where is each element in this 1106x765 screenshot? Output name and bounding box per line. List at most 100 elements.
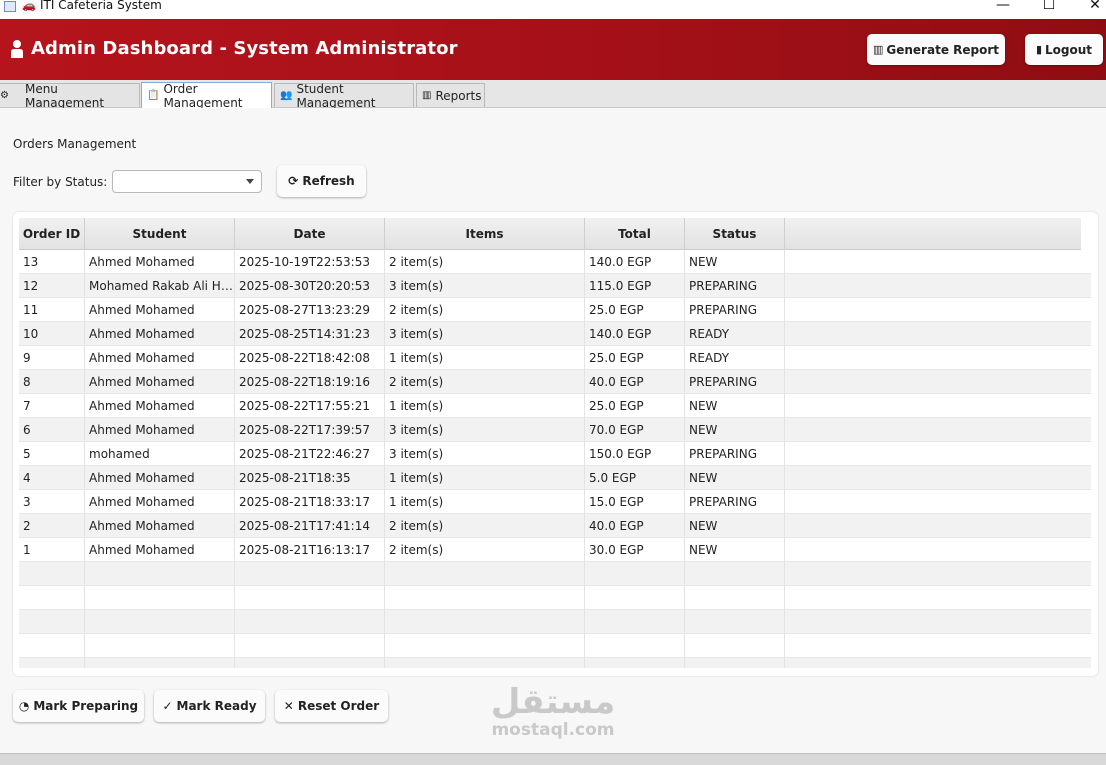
table-cell-filler [785,658,1081,668]
table-row[interactable]: 6 Ahmed Mohamed 2025-08-22T17:39:57 3 item(… [19,418,1091,442]
users-icon: 👥 [280,90,293,101]
table-cell-filler [785,562,1081,586]
table-cell: 2025-08-21T18:33:17 [235,490,385,514]
table-cell [19,586,85,610]
logout-label: Logout [1045,42,1093,57]
table-cell [385,634,585,658]
column-header-student[interactable]: Student [85,218,235,250]
logout-button[interactable]: ▮ Logout [1025,34,1103,65]
table-cell-filler [785,346,1081,370]
table-cell: 2025-08-21T16:13:17 [235,538,385,562]
table-cell: Ahmed Mohamed [85,250,235,274]
minimize-button[interactable]: — [988,0,1018,14]
tab-order-management[interactable]: 📋 Order Management [141,82,272,110]
watermark-latin: mostaql.com [491,720,615,740]
table-row[interactable]: 9 Ahmed Mohamed 2025-08-22T18:42:08 1 item(… [19,346,1091,370]
table-cell [585,634,685,658]
table-cell: Ahmed Mohamed [85,514,235,538]
table-cell: PREPARING [685,298,785,322]
table-row[interactable]: 2 Ahmed Mohamed 2025-08-21T17:41:14 2 item(… [19,514,1091,538]
table-cell: NEW [685,394,785,418]
reset-order-button[interactable]: ✕ Reset Order [275,690,388,722]
table-cell-filler [785,394,1081,418]
table-cell: PREPARING [685,370,785,394]
window-bottom-edge [0,753,1106,765]
table-cell: 2 item(s) [385,298,585,322]
table-cell: 1 item(s) [385,490,585,514]
table-cell [585,562,685,586]
table-row[interactable]: 11 Ahmed Mohamed 2025-08-27T13:23:29 2 item… [19,298,1091,322]
table-cell: Ahmed Mohamed [85,298,235,322]
status-filter-select[interactable] [112,170,262,193]
table-row[interactable]: 3 Ahmed Mohamed 2025-08-21T18:33:17 1 item(… [19,490,1091,514]
close-window-button[interactable]: ✕ [1080,0,1106,14]
table-row[interactable]: 12 Mohamed Rakab Ali Hu... 2025-08-30T20:2… [19,274,1091,298]
table-cell: 70.0 EGP [585,418,685,442]
table-cell: NEW [685,466,785,490]
table-cell: 9 [19,346,85,370]
table-cell-filler [785,418,1081,442]
maximize-button[interactable]: ☐ [1034,0,1064,14]
table-cell [685,634,785,658]
column-header-date[interactable]: Date [235,218,385,250]
tab-bar: ⚙ Menu Management 📋 Order Management 👥 S… [0,80,1106,110]
column-header-status[interactable]: Status [685,218,785,250]
table-cell: NEW [685,250,785,274]
column-header-items[interactable]: Items [385,218,585,250]
table-row[interactable]: 8 Ahmed Mohamed 2025-08-22T18:19:16 2 item(… [19,370,1091,394]
column-header-filler [785,218,1081,250]
tab-label: Student Management [296,81,376,110]
gear-icon: ⚙ [0,90,9,101]
table-cell [19,610,85,634]
tab-menu-management[interactable]: ⚙ Menu Management [0,82,140,110]
column-header-total[interactable]: Total [585,218,685,250]
table-row[interactable]: 10 Ahmed Mohamed 2025-08-25T14:31:23 3 item… [19,322,1091,346]
table-cell: 115.0 EGP [585,274,685,298]
table-cell: 2025-08-22T18:42:08 [235,346,385,370]
table-row[interactable]: 4 Ahmed Mohamed 2025-08-21T18:35 1 item(s) 5… [19,466,1091,490]
table-cell: 10 [19,322,85,346]
tab-reports[interactable]: ▥ Reports [416,83,485,107]
table-cell: 3 [19,490,85,514]
table-cell: Ahmed Mohamed [85,394,235,418]
table-cell: 11 [19,298,85,322]
tab-student-management[interactable]: 👥 Student Management [274,81,414,110]
empty-table-row [19,586,1091,610]
table-row[interactable]: 5 mohamed 2025-08-21T22:46:27 3 item(s) 150.… [19,442,1091,466]
mark-preparing-button[interactable]: ◔ Mark Preparing [13,690,144,722]
table-cell: PREPARING [685,490,785,514]
table-cell: 2 item(s) [385,538,585,562]
table-cell-filler [785,538,1081,562]
generate-report-label: Generate Report [886,42,999,57]
table-cell-filler [785,250,1081,274]
table-cell-filler [785,442,1081,466]
column-header-order-id[interactable]: Order ID [19,218,85,250]
mark-ready-label: Mark Ready [176,699,257,713]
table-row[interactable]: 1 Ahmed Mohamed 2025-08-21T16:13:17 2 item(… [19,538,1091,562]
mark-ready-button[interactable]: ✓ Mark Ready [154,690,265,722]
table-cell: Ahmed Mohamed [85,538,235,562]
table-cell: 25.0 EGP [585,394,685,418]
watermark-arabic: مستقل [490,682,616,722]
table-header: Order ID Student Date Items Total Status [19,218,1081,250]
generate-report-button[interactable]: ▥ Generate Report [867,34,1005,65]
clipboard-icon: 📋 [147,90,160,101]
table-cell: 2025-10-19T22:53:53 [235,250,385,274]
table-cell [85,634,235,658]
door-icon: ▮ [1035,43,1043,56]
table-cell: Mohamed Rakab Ali Hu... [85,274,235,298]
table-cell: Ahmed Mohamed [85,370,235,394]
table-cell: 2025-08-30T20:20:53 [235,274,385,298]
table-cell [85,610,235,634]
table-cell: 15.0 EGP [585,490,685,514]
refresh-button[interactable]: ⟳ Refresh [277,165,366,197]
page-title: Admin Dashboard - System Administrator [31,38,458,59]
table-row[interactable]: 7 Ahmed Mohamed 2025-08-22T17:55:21 1 item(… [19,394,1091,418]
refresh-label: Refresh [302,174,355,188]
tab-label: Reports [435,88,482,103]
table-cell-filler [785,298,1081,322]
table-row[interactable]: 13 Ahmed Mohamed 2025-10-19T22:53:53 2 item… [19,250,1091,274]
table-cell-filler [785,490,1081,514]
table-cell: 2 item(s) [385,514,585,538]
table-cell: 13 [19,250,85,274]
